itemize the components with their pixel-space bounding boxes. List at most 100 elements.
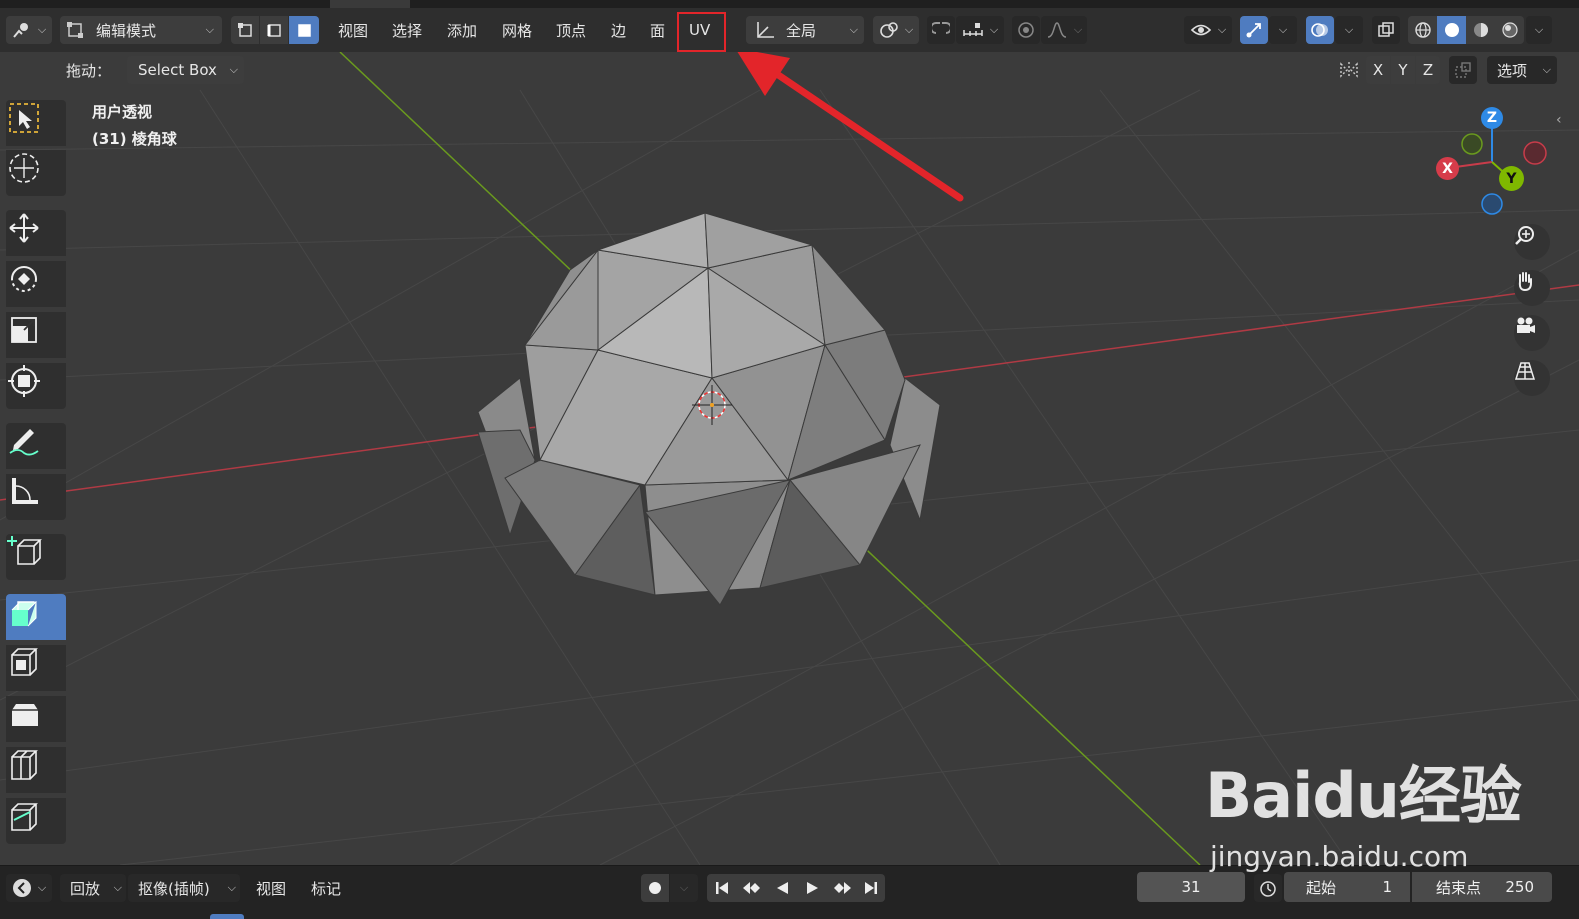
- menu-select[interactable]: 选择: [392, 16, 422, 44]
- gizmo-x-axis[interactable]: X: [1436, 157, 1459, 180]
- chevron-down-icon: ⌵: [679, 881, 689, 894]
- vertex-select-button[interactable]: [231, 16, 259, 44]
- watermark-url: jingyan.baidu.com: [1210, 840, 1469, 873]
- visibility-button[interactable]: ⌵: [1184, 16, 1232, 44]
- play-icon[interactable]: [797, 874, 827, 902]
- vertex-select-icon: [237, 22, 253, 38]
- xray-toggle[interactable]: [1372, 16, 1400, 44]
- tool-settings-bar: 拖动： Select Box ⌵ X Y Z 选项 ⌵: [0, 52, 1579, 90]
- inset-tool[interactable]: [6, 645, 66, 691]
- gizmo-y-axis[interactable]: Y: [1499, 166, 1524, 191]
- keying-label: 抠像(插帧): [138, 879, 210, 898]
- solid-shading-icon[interactable]: [1437, 16, 1466, 44]
- drag-value: Select Box: [138, 61, 217, 79]
- viewport-scene: [0, 52, 1579, 865]
- 3d-viewport[interactable]: 用户透视 (31) 棱角球 Z X Y ‹: [0, 52, 1579, 865]
- mirror-x-toggle[interactable]: X: [1366, 56, 1390, 84]
- prev-keyframe-icon[interactable]: [737, 874, 767, 902]
- cursor-tool[interactable]: [6, 150, 66, 196]
- falloff-curve-icon: [1046, 21, 1068, 39]
- snap-increment-icon: [962, 22, 984, 38]
- menu-add[interactable]: 添加: [447, 16, 477, 44]
- navigation-gizmo[interactable]: Z X Y: [1432, 104, 1562, 224]
- stopwatch-icon: [1259, 879, 1277, 897]
- edge-select-button[interactable]: [260, 16, 288, 44]
- chevron-down-icon: ⌵: [229, 63, 238, 76]
- mode-label: 编辑模式: [96, 21, 157, 40]
- timeline-scrubber-indicator[interactable]: [210, 914, 244, 919]
- jump-start-icon[interactable]: [707, 874, 737, 902]
- transform-orientation-select[interactable]: 全局 ⌵: [746, 16, 864, 44]
- playback-menu[interactable]: 回放 ⌵: [60, 874, 126, 902]
- mirror-butterfly-icon: [1338, 60, 1360, 84]
- sidebar-toggle-icon[interactable]: ‹: [1556, 112, 1562, 128]
- chevron-down-icon: ⌵: [1542, 63, 1551, 76]
- shading-dropdown[interactable]: ⌵: [1526, 16, 1552, 44]
- icosphere-mesh[interactable]: [477, 212, 941, 606]
- end-label: 结束点: [1436, 878, 1482, 897]
- scale-tool[interactable]: [6, 312, 66, 358]
- jump-end-icon[interactable]: [857, 874, 885, 902]
- editor-type-button[interactable]: ⌵: [6, 16, 52, 44]
- timeline-editor-type[interactable]: ⌵: [6, 874, 52, 902]
- start-frame-field[interactable]: 起始 1: [1284, 872, 1410, 902]
- pivot-point-button[interactable]: ⌵: [873, 16, 919, 44]
- topology-mirror-toggle[interactable]: [1449, 56, 1477, 84]
- knife-tool[interactable]: [6, 798, 66, 844]
- menu-edge[interactable]: 边: [611, 16, 626, 44]
- chevron-down-icon: ⌵: [37, 23, 47, 36]
- auto-keying-dropdown[interactable]: ⌵: [670, 874, 698, 902]
- measure-tool[interactable]: [6, 474, 66, 520]
- mode-select[interactable]: 编辑模式 ⌵: [60, 16, 222, 44]
- mirror-y-toggle[interactable]: Y: [1391, 56, 1415, 84]
- add-cube-tool[interactable]: [6, 534, 66, 580]
- menu-face[interactable]: 面: [650, 16, 665, 44]
- next-keyframe-icon[interactable]: [827, 874, 857, 902]
- face-select-icon: [296, 22, 312, 38]
- timeline-marker-menu[interactable]: 标记: [311, 874, 341, 902]
- snap-target-button[interactable]: ⌵: [956, 16, 1004, 44]
- pan-button[interactable]: [1514, 270, 1550, 306]
- drag-select[interactable]: Select Box ⌵: [127, 56, 244, 84]
- current-frame-field[interactable]: 31: [1137, 872, 1245, 902]
- proportional-edit-toggle[interactable]: [1012, 16, 1040, 44]
- transform-tool[interactable]: [6, 363, 66, 409]
- overlays-dropdown[interactable]: ⌵: [1335, 16, 1363, 44]
- annotate-tool[interactable]: [6, 423, 66, 469]
- timeline-view-menu[interactable]: 视图: [256, 874, 286, 902]
- loop-cut-tool[interactable]: [6, 747, 66, 793]
- preview-range-toggle[interactable]: [1254, 874, 1282, 902]
- keying-menu[interactable]: 抠像(插帧) ⌵: [128, 874, 240, 902]
- gizmo-toggle[interactable]: [1240, 16, 1268, 44]
- zoom-button[interactable]: [1514, 224, 1550, 260]
- wireframe-shading-icon[interactable]: [1408, 16, 1437, 44]
- select-box-tool[interactable]: [6, 100, 66, 146]
- rendered-shading-icon[interactable]: [1495, 16, 1524, 44]
- mirror-z-toggle[interactable]: Z: [1416, 56, 1440, 84]
- play-reverse-icon[interactable]: [767, 874, 797, 902]
- rotate-tool[interactable]: [6, 261, 66, 307]
- face-select-button[interactable]: [289, 16, 319, 44]
- auto-keying-toggle[interactable]: [641, 874, 669, 902]
- material-shading-icon[interactable]: [1466, 16, 1495, 44]
- end-frame-field[interactable]: 结束点 250: [1412, 872, 1552, 902]
- bevel-tool[interactable]: [6, 696, 66, 742]
- overlays-toggle[interactable]: [1306, 16, 1334, 44]
- gizmo-z-axis[interactable]: Z: [1481, 107, 1503, 129]
- extrude-tool[interactable]: [6, 594, 66, 640]
- menu-mesh[interactable]: 网格: [502, 16, 532, 44]
- gizmo-dropdown[interactable]: ⌵: [1269, 16, 1297, 44]
- camera-view-button[interactable]: [1514, 315, 1550, 351]
- proportional-falloff-button[interactable]: ⌵: [1041, 16, 1087, 44]
- playback-controls: [707, 874, 885, 902]
- options-menu[interactable]: 选项 ⌵: [1487, 56, 1557, 84]
- active-workspace-tab[interactable]: [330, 0, 410, 8]
- chevron-down-icon: ⌵: [1534, 23, 1544, 36]
- perspective-toggle-button[interactable]: [1514, 360, 1550, 396]
- snap-toggle[interactable]: [927, 16, 955, 44]
- menu-vertex[interactable]: 顶点: [556, 16, 586, 44]
- menu-view[interactable]: 视图: [338, 16, 368, 44]
- move-tool[interactable]: [6, 210, 66, 256]
- chevron-down-icon: ⌵: [904, 23, 914, 36]
- chevron-down-icon: ⌵: [205, 23, 214, 36]
